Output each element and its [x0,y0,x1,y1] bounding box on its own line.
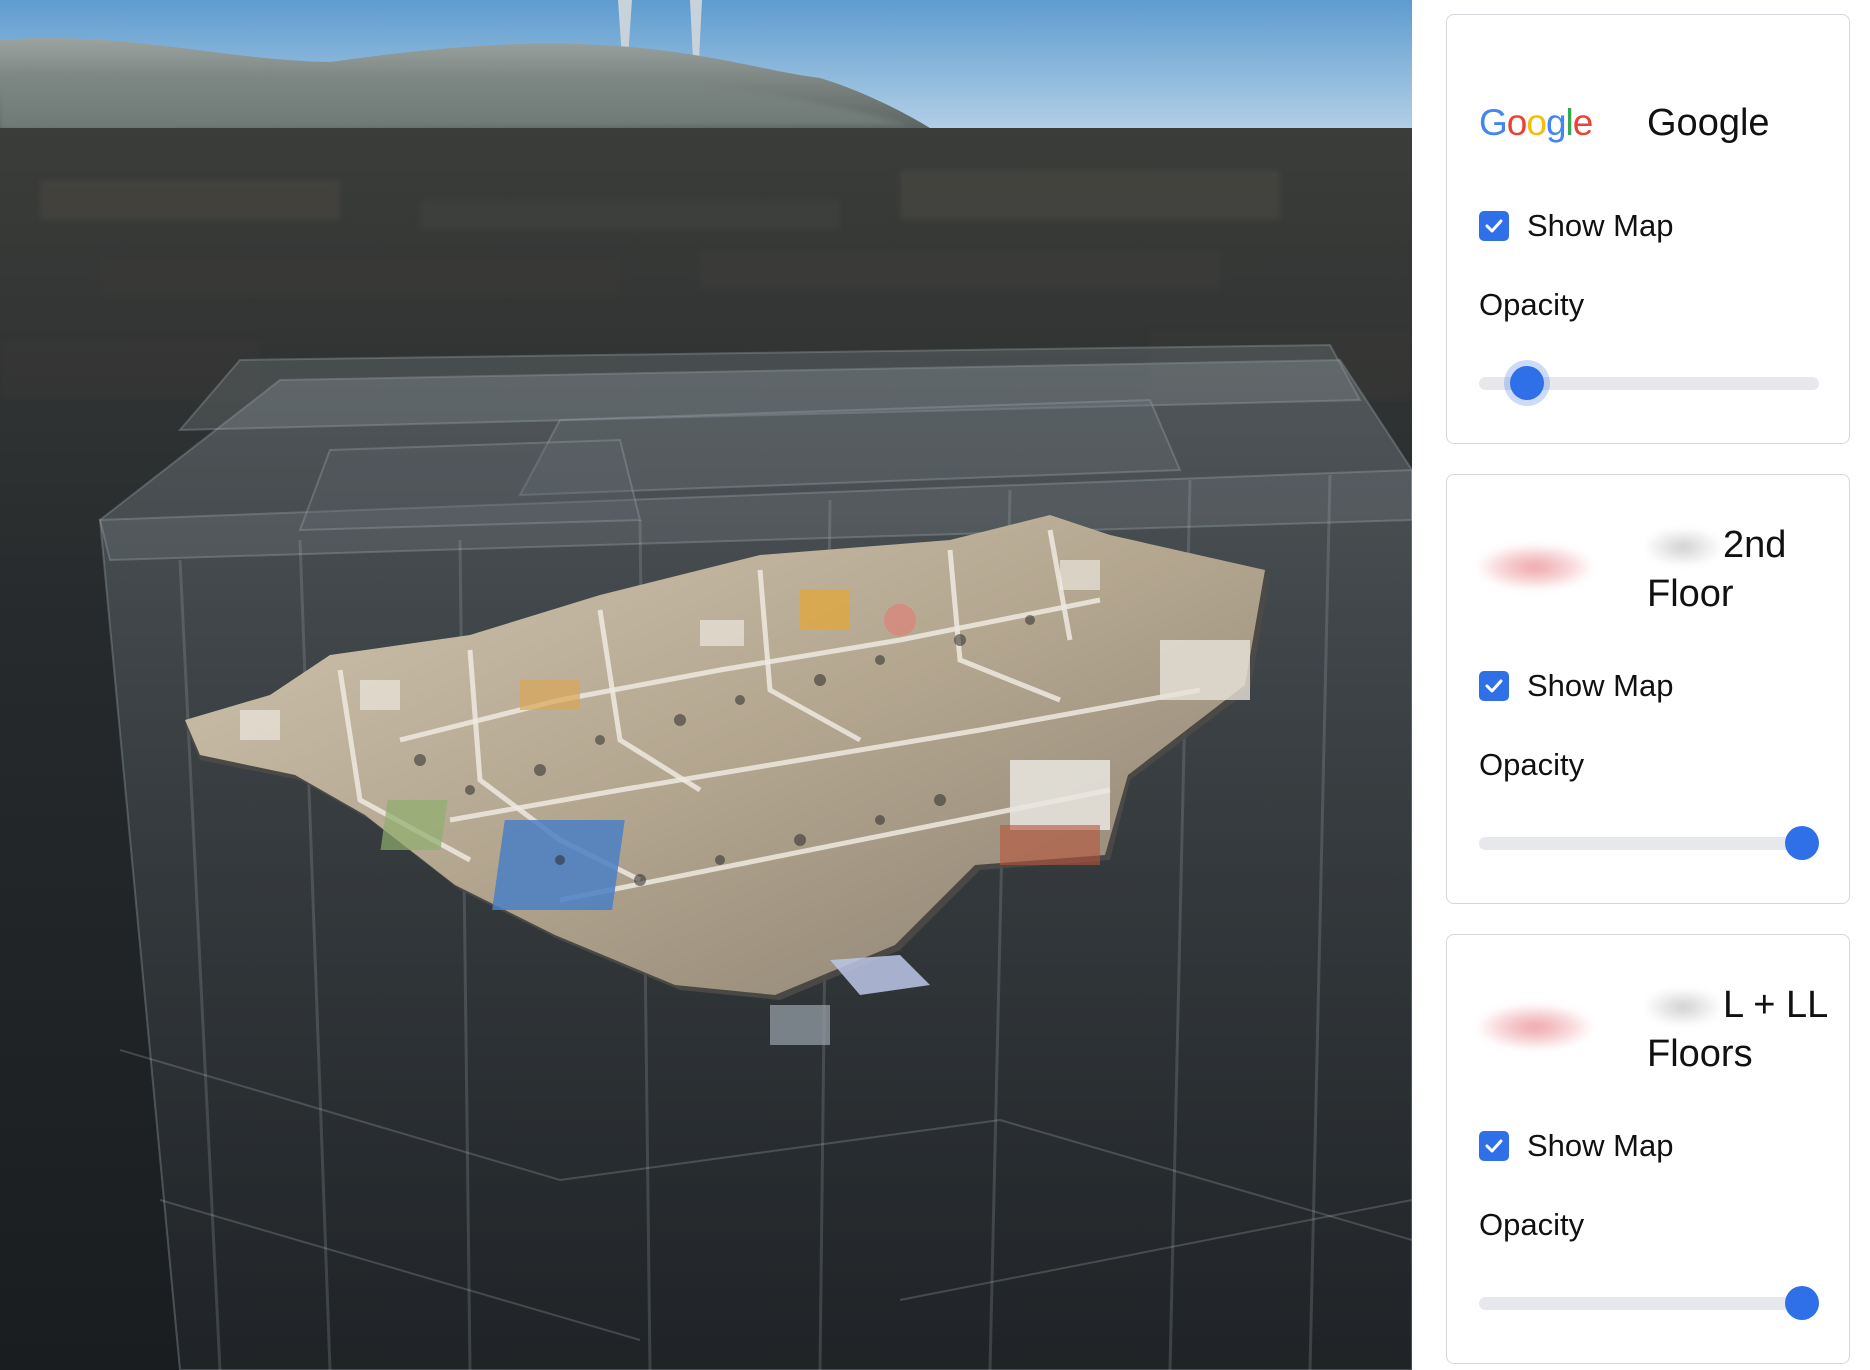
opacity-label: Opacity [1479,747,1585,782]
show-map-toggle[interactable]: Show Map [1479,1128,1673,1164]
opacity-slider[interactable] [1479,366,1819,400]
opacity-label: Opacity [1479,287,1585,322]
opacity-label: Opacity [1479,1207,1585,1242]
opacity-slider[interactable] [1479,826,1819,860]
layer-title: L + LL Floors [1647,981,1837,1079]
slider-thumb[interactable] [1785,826,1819,860]
google-logo: Google [1479,93,1599,153]
checkbox[interactable] [1479,211,1509,241]
checkmark-icon [1485,1139,1503,1153]
show-map-label: Show Map [1527,668,1674,703]
layer-card-l-ll-floors: L + LL Floors Show Map Opacity [1446,934,1850,1364]
slider-track [1479,1297,1819,1310]
google-logo-letter-o1: o [1506,102,1528,143]
show-map-toggle[interactable]: Show Map [1479,668,1673,704]
checkmark-icon [1485,679,1503,693]
google-logo-letter-o2: o [1526,102,1547,143]
slider-track [1479,837,1819,850]
layer-panel: Google Google Show Map Opacity 2nd Floor [1412,0,1870,1370]
opacity-slider[interactable] [1479,1286,1819,1320]
layer-card-google: Google Google Show Map Opacity [1446,14,1850,444]
google-logo-letter-l: l [1565,102,1574,143]
show-map-toggle[interactable]: Show Map [1479,208,1673,244]
checkmark-icon [1485,219,1503,233]
checkbox[interactable] [1479,1131,1509,1161]
slider-thumb[interactable] [1785,1286,1819,1320]
google-logo-letter-g2: g [1545,102,1567,143]
3d-scene [0,0,1412,1370]
show-map-label: Show Map [1527,208,1674,243]
redacted-text [1647,988,1719,1025]
google-logo-text: Google [1479,102,1594,144]
layer-title: 2nd Floor [1647,521,1837,619]
slider-thumb[interactable] [1509,366,1544,400]
checkbox[interactable] [1479,671,1509,701]
google-logo-letter-g: G [1479,102,1508,143]
redacted-logo [1479,537,1599,597]
layer-title: Google [1647,102,1770,144]
redacted-logo [1479,997,1599,1057]
show-map-label: Show Map [1527,1128,1674,1163]
redacted-text [1647,528,1719,565]
3d-map-viewport[interactable] [0,0,1412,1370]
google-logo-letter-e: e [1572,102,1594,143]
layer-card-2nd-floor: 2nd Floor Show Map Opacity [1446,474,1850,904]
